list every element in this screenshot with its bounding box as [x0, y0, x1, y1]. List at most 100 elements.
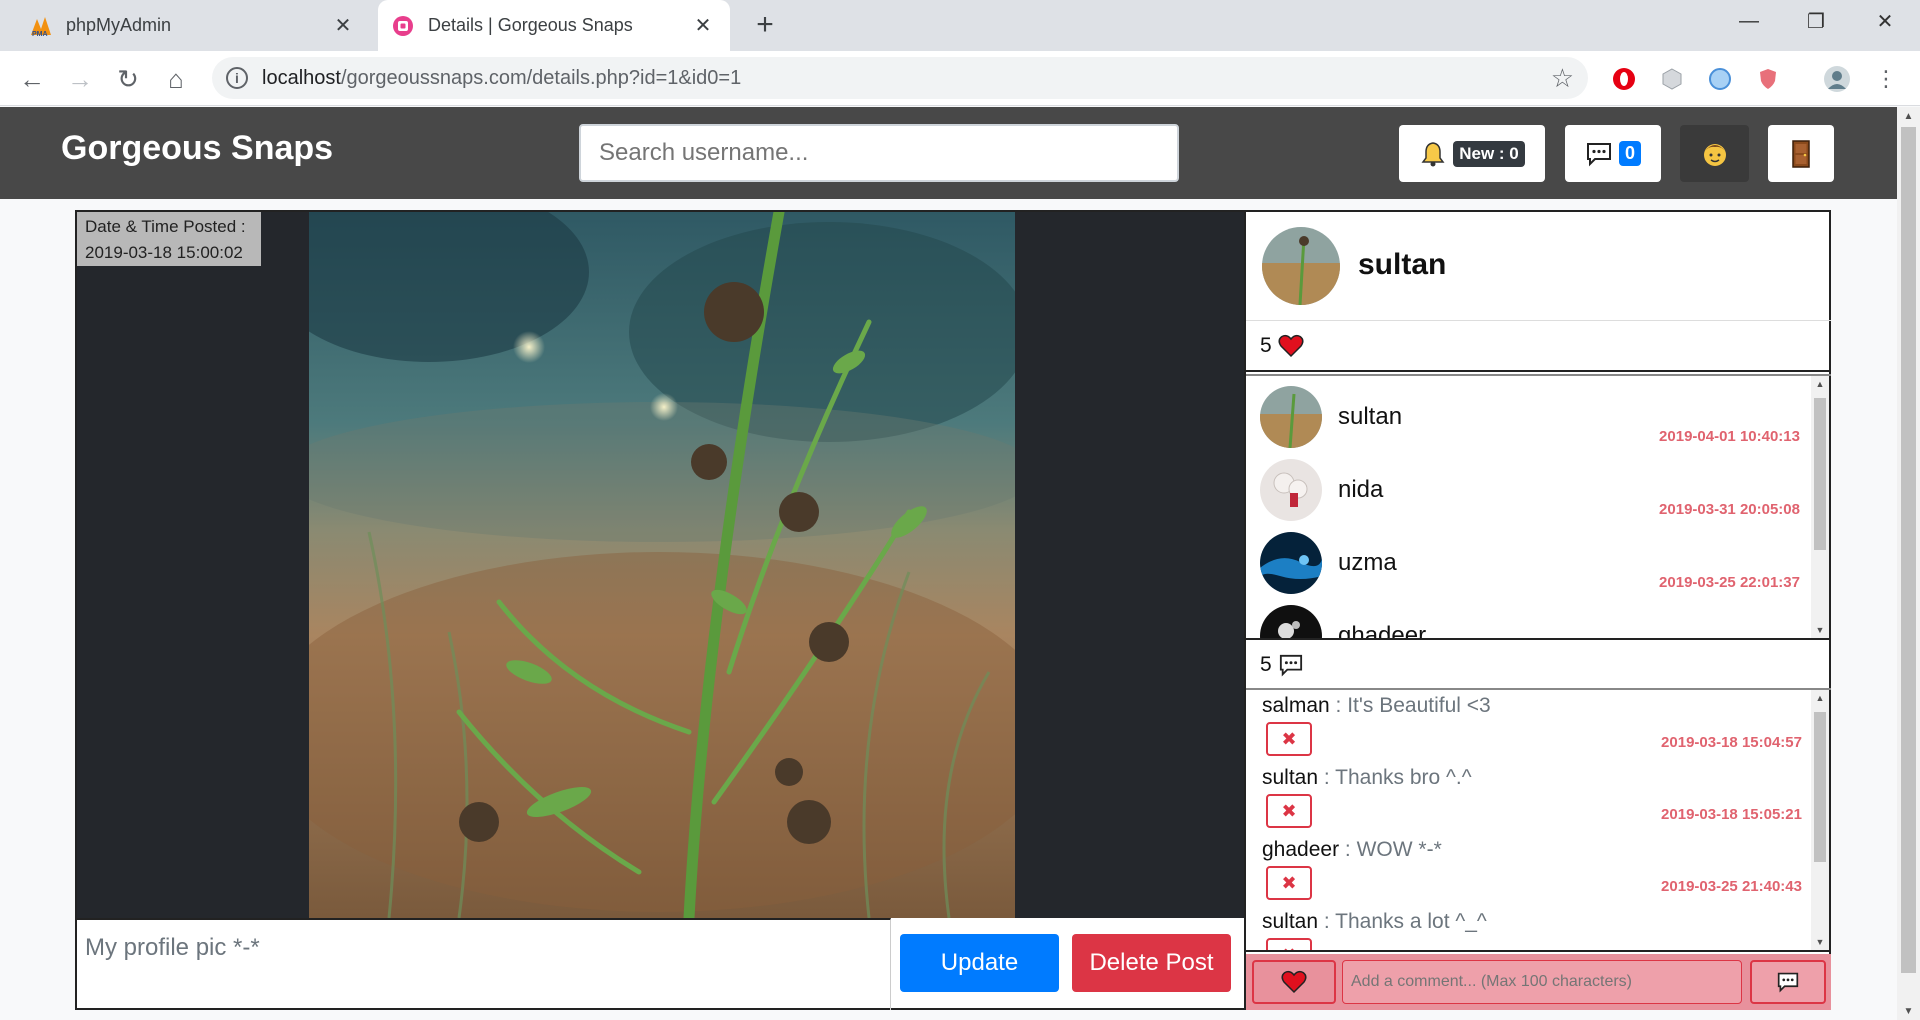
tab-title: Details | Gorgeous Snaps: [428, 15, 633, 35]
comment-user[interactable]: sultan: [1262, 910, 1318, 933]
photo-area: Date & Time Posted : 2019-03-18 15:00:02: [77, 212, 1244, 918]
notifications-button[interactable]: New : 0: [1399, 125, 1545, 182]
liker-name[interactable]: ghadeer: [1338, 622, 1426, 638]
delete-comment-button[interactable]: ✖: [1266, 722, 1312, 756]
address-bar[interactable]: i localhost/gorgeoussnaps.com/details.ph…: [212, 57, 1588, 99]
tab-title: phpMyAdmin: [66, 15, 172, 35]
delete-post-button[interactable]: Delete Post: [1072, 934, 1231, 992]
liker-time: 2019-03-31 20:05:08: [1659, 501, 1800, 518]
delete-comment-button[interactable]: ✖: [1266, 866, 1312, 900]
comment-icon: [1279, 654, 1302, 677]
list-item[interactable]: uzma 2019-03-25 22:01:37: [1260, 532, 1800, 604]
browser-toolbar: ← → ↻ ⌂ i localhost/gorgeoussnaps.com/de…: [0, 51, 1920, 106]
minimize-icon[interactable]: —: [1720, 0, 1778, 42]
list-item: ghadeer : WOW *-* ✖ 2019-03-25 21:40:43: [1262, 834, 1802, 906]
notifications-badge: New : 0: [1453, 140, 1525, 167]
liker-avatar: [1260, 386, 1322, 448]
logout-button[interactable]: [1768, 125, 1834, 182]
chat-icon: [1586, 142, 1611, 166]
brand-logo[interactable]: Gorgeous Snaps: [61, 129, 333, 168]
info-icon[interactable]: i: [226, 67, 248, 89]
new-tab-icon[interactable]: +: [748, 8, 782, 42]
comments-scrollbar[interactable]: ▲ ▼: [1811, 690, 1829, 950]
browser-tab-strip: PMA phpMyAdmin ✕ Details | Gorgeous Snap…: [0, 0, 1920, 51]
comment-form: [1246, 954, 1831, 1010]
back-icon[interactable]: ←: [14, 61, 50, 97]
liker-name[interactable]: nida: [1338, 476, 1383, 504]
delete-comment-button[interactable]: ✖: [1266, 938, 1312, 950]
tab-phpmyadmin[interactable]: PMA phpMyAdmin ✕: [0, 0, 370, 51]
liker-time: 2019-04-01 10:40:13: [1659, 428, 1800, 445]
site-navbar: Gorgeous Snaps New : 0 0: [0, 107, 1897, 199]
forward-icon[interactable]: →: [62, 61, 98, 97]
scrollbar-thumb[interactable]: [1814, 712, 1826, 862]
comment-time: 2019-03-18 15:05:21: [1661, 806, 1802, 823]
comment-text: sultan : Thanks bro ^.^: [1262, 766, 1472, 789]
home-icon[interactable]: ⌂: [158, 61, 194, 97]
list-item[interactable]: ghadeer: [1260, 605, 1800, 638]
liker-avatar: [1260, 605, 1322, 638]
list-item[interactable]: sultan 2019-04-01 10:40:13: [1260, 386, 1800, 458]
door-icon: [1792, 139, 1810, 168]
page-scrollbar[interactable]: ▲ ▼: [1897, 107, 1920, 1020]
scroll-down-icon[interactable]: ▼: [1811, 934, 1829, 950]
scroll-up-icon[interactable]: ▲: [1897, 107, 1920, 125]
close-tab-icon[interactable]: ✕: [688, 11, 718, 41]
liker-time: 2019-03-25 22:01:37: [1659, 574, 1800, 591]
liker-name[interactable]: sultan: [1338, 403, 1402, 431]
bookmark-star-icon[interactable]: ☆: [1551, 63, 1574, 94]
menu-kebab-icon[interactable]: ⋮: [1872, 65, 1900, 93]
send-comment-button[interactable]: [1750, 960, 1826, 1004]
messages-badge: 0: [1618, 141, 1641, 166]
face-icon: [1703, 143, 1726, 166]
likes-count: 5: [1260, 334, 1272, 357]
scroll-up-icon[interactable]: ▲: [1811, 376, 1829, 392]
tab-details[interactable]: Details | Gorgeous Snaps ✕: [378, 0, 730, 51]
scrollbar-thumb[interactable]: [1814, 398, 1826, 550]
comment-user[interactable]: salman: [1262, 694, 1330, 717]
likers-scrollbar[interactable]: ▲ ▼: [1811, 376, 1829, 638]
scrollbar-thumb[interactable]: [1901, 127, 1916, 973]
comment-text: ghadeer : WOW *-*: [1262, 838, 1442, 861]
comment-user[interactable]: ghadeer: [1262, 838, 1339, 861]
bell-icon: [1421, 141, 1445, 166]
like-button[interactable]: [1252, 960, 1336, 1004]
scroll-down-icon[interactable]: ▼: [1897, 1002, 1920, 1020]
likers-list[interactable]: sultan 2019-04-01 10:40:13 nida 2019-03-…: [1246, 374, 1831, 640]
shield-extension-icon[interactable]: [1754, 65, 1782, 93]
reload-icon[interactable]: ↻: [110, 61, 146, 97]
restore-icon[interactable]: ❐: [1787, 0, 1845, 42]
liker-name[interactable]: uzma: [1338, 549, 1397, 577]
caption-textarea[interactable]: My profile pic *-*: [77, 918, 891, 1010]
scroll-down-icon[interactable]: ▼: [1811, 622, 1829, 638]
date-value: 2019-03-18 15:00:02: [85, 243, 243, 262]
site-favicon-icon: [390, 13, 416, 39]
close-window-icon[interactable]: ✕: [1856, 0, 1914, 42]
profile-avatar-icon[interactable]: [1823, 65, 1851, 93]
owner-avatar[interactable]: [1262, 227, 1340, 305]
profile-button[interactable]: [1680, 125, 1749, 182]
search-input[interactable]: [579, 124, 1179, 182]
opera-extension-icon[interactable]: [1610, 65, 1638, 93]
cube-extension-icon[interactable]: [1658, 65, 1686, 93]
list-item[interactable]: nida 2019-03-31 20:05:08: [1260, 459, 1800, 531]
comment-icon: [1777, 972, 1799, 993]
messages-button[interactable]: 0: [1565, 125, 1661, 182]
likes-count-row: 5: [1246, 322, 1831, 372]
url-text[interactable]: localhost/gorgeoussnaps.com/details.php?…: [262, 67, 741, 90]
heart-icon: [1281, 970, 1307, 994]
list-item: sultan : Thanks a lot ^_^ ✖: [1262, 906, 1802, 950]
globe-extension-icon[interactable]: [1706, 65, 1734, 93]
owner-name[interactable]: sultan: [1358, 248, 1446, 282]
liker-avatar: [1260, 532, 1322, 594]
update-button[interactable]: Update: [900, 934, 1059, 992]
comment-user[interactable]: sultan: [1262, 766, 1318, 789]
close-tab-icon[interactable]: ✕: [328, 11, 358, 41]
comments-list[interactable]: salman : It's Beautiful <3 ✖ 2019-03-18 …: [1246, 690, 1831, 952]
comment-input[interactable]: [1342, 960, 1742, 1004]
liker-avatar: [1260, 459, 1322, 521]
scroll-up-icon[interactable]: ▲: [1811, 690, 1829, 706]
comment-text: sultan : Thanks a lot ^_^: [1262, 910, 1487, 933]
comment-text: salman : It's Beautiful <3: [1262, 694, 1491, 717]
delete-comment-button[interactable]: ✖: [1266, 794, 1312, 828]
